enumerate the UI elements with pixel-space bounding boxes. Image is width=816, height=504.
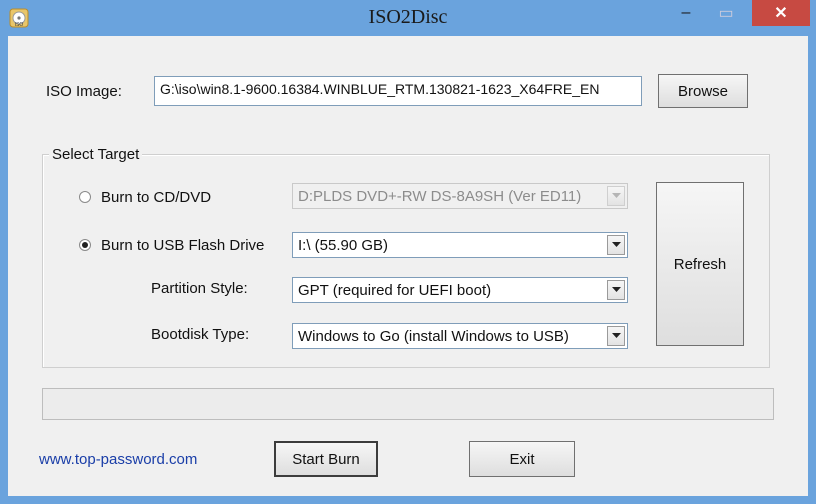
- maximize-button[interactable]: ▭: [708, 0, 744, 26]
- browse-button[interactable]: Browse: [658, 74, 748, 108]
- burn-cd-radio[interactable]: [79, 191, 91, 203]
- iso-image-label: ISO Image:: [46, 83, 122, 100]
- minimize-icon: –: [681, 4, 691, 21]
- partition-style-label: Partition Style:: [151, 280, 248, 297]
- title-bar[interactable]: ISO ISO2Disc – ▭ ✕: [0, 0, 816, 36]
- burn-progress-bar: [42, 388, 774, 420]
- chevron-down-icon: [607, 280, 625, 300]
- exit-button[interactable]: Exit: [469, 441, 575, 477]
- bootdisk-type-select[interactable]: Windows to Go (install Windows to USB): [292, 323, 628, 349]
- app-window: ISO ISO2Disc – ▭ ✕ ISO Image: G:\iso\win…: [0, 0, 816, 504]
- chevron-down-icon: [607, 235, 625, 255]
- website-link[interactable]: www.top-password.com: [39, 451, 197, 468]
- chevron-down-icon: [607, 326, 625, 346]
- cd-drive-select: D:PLDS DVD+-RW DS-8A9SH (Ver ED11): [292, 183, 628, 209]
- iso-path-input[interactable]: G:\iso\win8.1-9600.16384.WINBLUE_RTM.130…: [154, 76, 642, 106]
- usb-drive-value: I:\ (55.90 GB): [298, 237, 389, 254]
- start-burn-button[interactable]: Start Burn: [274, 441, 378, 477]
- partition-style-select[interactable]: GPT (required for UEFI boot): [292, 277, 628, 303]
- burn-cd-label[interactable]: Burn to CD/DVD: [101, 189, 211, 206]
- client-area: ISO Image: G:\iso\win8.1-9600.16384.WINB…: [8, 36, 808, 496]
- usb-drive-select[interactable]: I:\ (55.90 GB): [292, 232, 628, 258]
- minimize-button[interactable]: –: [668, 0, 704, 26]
- maximize-icon: ▭: [718, 5, 734, 22]
- close-button[interactable]: ✕: [752, 0, 810, 26]
- refresh-button[interactable]: Refresh: [656, 182, 744, 346]
- bootdisk-type-value: Windows to Go (install Windows to USB): [298, 328, 569, 345]
- chevron-down-icon: [607, 186, 625, 206]
- bootdisk-type-label: Bootdisk Type:: [151, 326, 250, 343]
- burn-usb-radio[interactable]: [79, 239, 91, 251]
- partition-style-value: GPT (required for UEFI boot): [298, 282, 492, 299]
- burn-usb-label[interactable]: Burn to USB Flash Drive: [101, 237, 264, 254]
- select-target-legend: Select Target: [49, 146, 143, 163]
- close-icon: ✕: [774, 5, 788, 22]
- cd-drive-value: D:PLDS DVD+-RW DS-8A9SH (Ver ED11): [298, 188, 582, 205]
- burn-usb-radio-dot: [82, 242, 88, 248]
